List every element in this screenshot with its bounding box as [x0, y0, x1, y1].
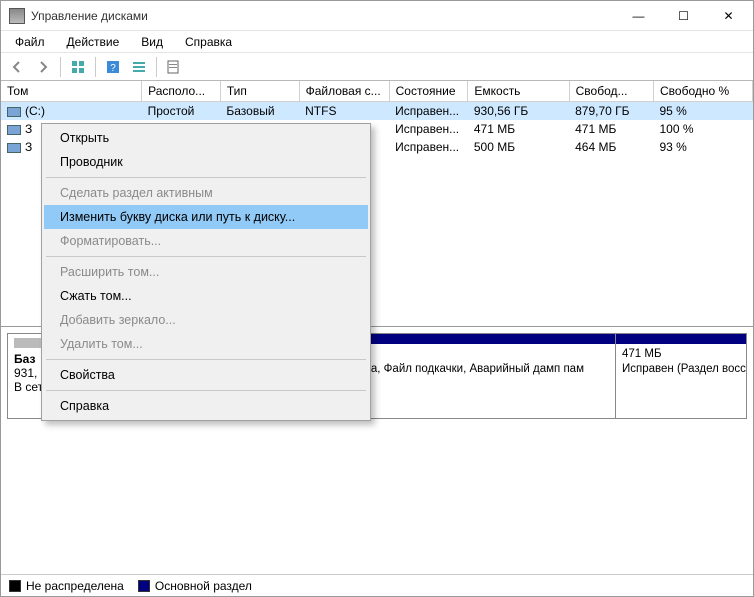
- cell: NTFS: [299, 102, 389, 121]
- grid-icon[interactable]: [66, 56, 90, 78]
- partition-text: 471 МБИсправен (Раздел восста: [616, 344, 746, 380]
- context-item[interactable]: Изменить букву диска или путь к диску...: [44, 205, 368, 229]
- close-button[interactable]: ✕: [706, 2, 751, 30]
- menubar: Файл Действие Вид Справка: [1, 31, 753, 53]
- context-menu: ОткрытьПроводник Сделать раздел активнымИ…: [41, 123, 371, 421]
- context-item[interactable]: Проводник: [44, 150, 368, 174]
- menu-file[interactable]: Файл: [5, 33, 55, 51]
- separator: [156, 57, 157, 77]
- separator: [95, 57, 96, 77]
- context-item: Форматировать...: [44, 229, 368, 253]
- volume-icon: [7, 107, 21, 117]
- col-layout[interactable]: Располо...: [142, 81, 221, 102]
- cell: 879,70 ГБ: [569, 102, 653, 121]
- cell: 930,56 ГБ: [468, 102, 569, 121]
- col-volume[interactable]: Том: [1, 81, 142, 102]
- context-item[interactable]: Открыть: [44, 126, 368, 150]
- cell: Базовый: [220, 102, 299, 121]
- legend-primary: Основной раздел: [138, 579, 252, 593]
- app-icon: [9, 8, 25, 24]
- col-freepct[interactable]: Свободно %: [654, 81, 753, 102]
- cell: 464 МБ: [569, 138, 653, 156]
- cell: Простой: [142, 102, 221, 121]
- table-row[interactable]: (C:)ПростойБазовыйNTFSИсправен...930,56 …: [1, 102, 753, 121]
- cell: 100 %: [654, 120, 753, 138]
- col-capacity[interactable]: Емкость: [468, 81, 569, 102]
- context-item: Удалить том...: [44, 332, 368, 356]
- volume-icon: [7, 143, 21, 153]
- context-item[interactable]: Свойства: [44, 363, 368, 387]
- menu-view[interactable]: Вид: [131, 33, 173, 51]
- col-free[interactable]: Свобод...: [569, 81, 653, 102]
- svg-text:?: ?: [110, 63, 116, 74]
- cell: 95 %: [654, 102, 753, 121]
- cell: 93 %: [654, 138, 753, 156]
- disk-name: Баз: [14, 352, 35, 366]
- window-title: Управление дисками: [31, 9, 616, 23]
- menu-action[interactable]: Действие: [57, 33, 130, 51]
- back-icon[interactable]: [5, 56, 29, 78]
- table-header-row: Том Располо... Тип Файловая с... Состоян…: [1, 81, 753, 102]
- swatch-navy-icon: [138, 580, 150, 592]
- cell: Исправен...: [389, 138, 468, 156]
- context-separator: [46, 256, 366, 257]
- partition-bar: [616, 334, 746, 344]
- context-item: Добавить зеркало...: [44, 308, 368, 332]
- cell: Исправен...: [389, 102, 468, 121]
- menu-help[interactable]: Справка: [175, 33, 242, 51]
- cell: 500 МБ: [468, 138, 569, 156]
- context-item[interactable]: Справка: [44, 394, 368, 418]
- col-fs[interactable]: Файловая с...: [299, 81, 389, 102]
- properties-icon[interactable]: [162, 56, 186, 78]
- cell: Исправен...: [389, 120, 468, 138]
- maximize-button[interactable]: ☐: [661, 2, 706, 30]
- cell: 471 МБ: [569, 120, 653, 138]
- forward-icon[interactable]: [31, 56, 55, 78]
- toolbar: ?: [1, 53, 753, 81]
- titlebar: Управление дисками — ☐ ✕: [1, 1, 753, 31]
- context-item: Расширить том...: [44, 260, 368, 284]
- minimize-button[interactable]: —: [616, 2, 661, 30]
- list-icon[interactable]: [127, 56, 151, 78]
- col-status[interactable]: Состояние: [389, 81, 468, 102]
- cell: (C:): [1, 102, 142, 121]
- partition[interactable]: 471 МБИсправен (Раздел восста: [616, 334, 746, 418]
- separator: [60, 57, 61, 77]
- help-icon[interactable]: ?: [101, 56, 125, 78]
- volume-icon: [7, 125, 21, 135]
- legend-unallocated: Не распределена: [9, 579, 124, 593]
- legend: Не распределена Основной раздел: [1, 574, 753, 596]
- context-item: Сделать раздел активным: [44, 181, 368, 205]
- context-separator: [46, 177, 366, 178]
- col-type[interactable]: Тип: [220, 81, 299, 102]
- context-item[interactable]: Сжать том...: [44, 284, 368, 308]
- context-separator: [46, 390, 366, 391]
- swatch-black-icon: [9, 580, 21, 592]
- context-separator: [46, 359, 366, 360]
- cell: 471 МБ: [468, 120, 569, 138]
